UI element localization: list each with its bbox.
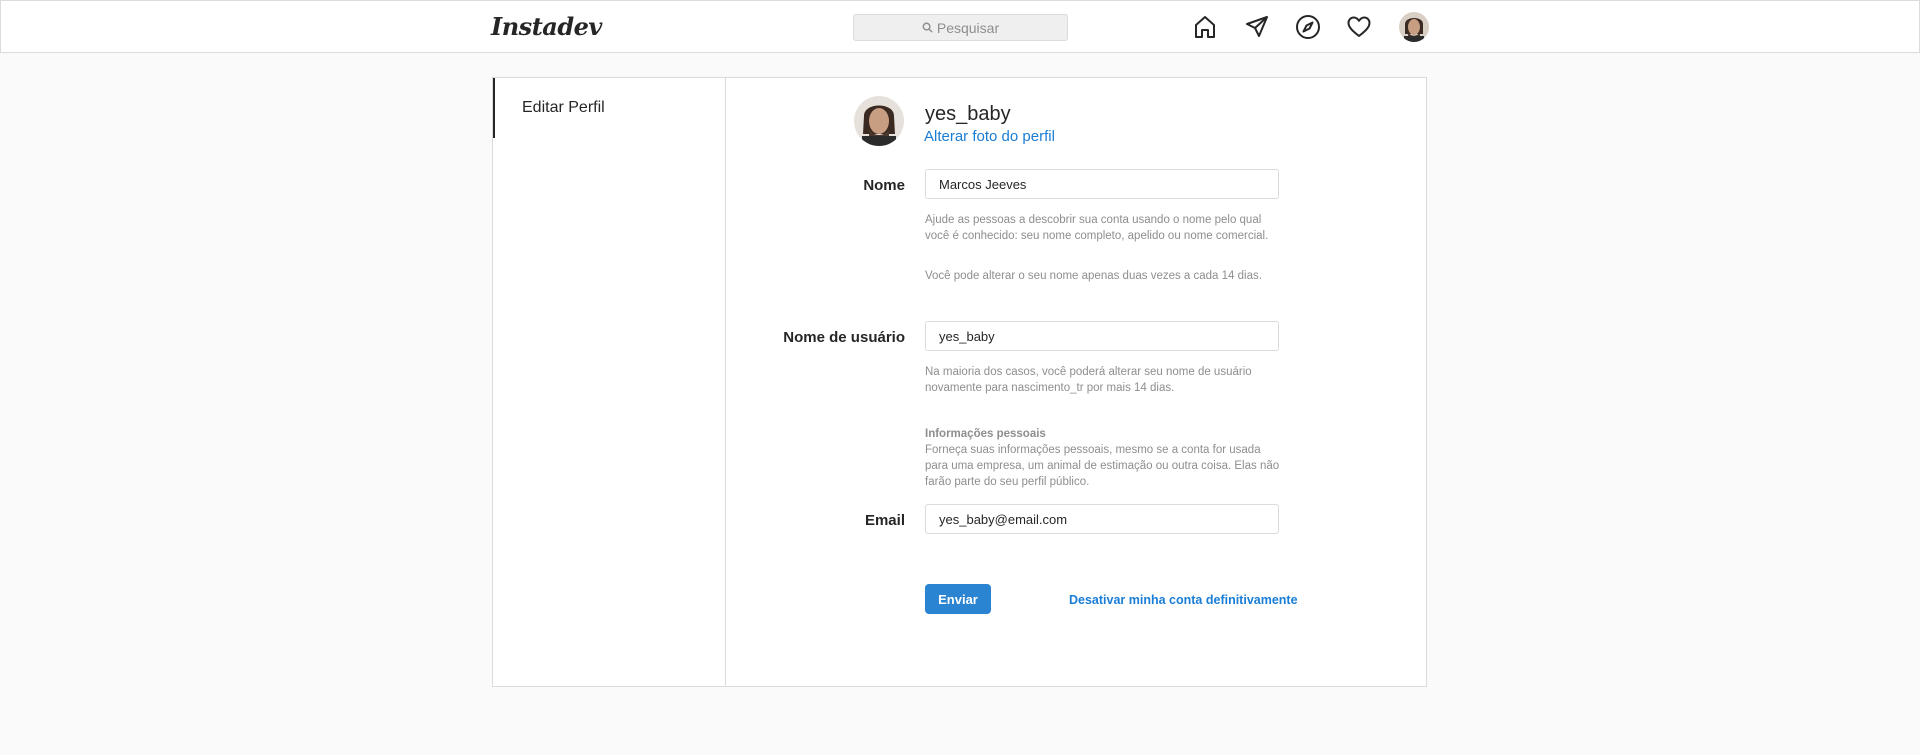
submit-button[interactable]: Enviar — [925, 584, 991, 614]
search-icon — [922, 20, 933, 36]
profile-avatar — [854, 96, 904, 146]
settings-sidebar: Editar Perfil — [493, 78, 726, 686]
sidebar-item-label: Editar Perfil — [522, 99, 605, 116]
deactivate-account-link[interactable]: Desativar minha conta definitivamente — [1069, 593, 1298, 607]
avatar[interactable] — [1399, 12, 1429, 42]
personal-info-text: Forneça suas informações pessoais, mesmo… — [925, 444, 1280, 488]
email-field[interactable]: yes_baby@email.com — [925, 504, 1279, 534]
email-value: yes_baby@email.com — [939, 511, 1068, 527]
send-icon[interactable] — [1244, 14, 1270, 40]
app-logo[interactable]: Instadev — [491, 12, 602, 41]
personal-info-title: Informações pessoais — [925, 428, 1046, 440]
heart-icon[interactable] — [1346, 14, 1372, 40]
top-navbar: Instadev Pesquisar — [0, 0, 1920, 53]
username-label: Nome de usuário — [783, 329, 905, 346]
username-value: yes_baby — [939, 328, 995, 344]
name-value: Marcos Jeeves — [939, 176, 1027, 192]
email-label: Email — [864, 512, 905, 529]
name-field[interactable]: Marcos Jeeves — [925, 169, 1279, 199]
home-icon[interactable] — [1192, 14, 1218, 40]
explore-icon[interactable] — [1295, 14, 1321, 40]
profile-username: yes_baby — [925, 103, 1011, 125]
name-change-limit-help: Você pode alterar o seu nome apenas duas… — [925, 270, 1262, 282]
sidebar-item-edit-profile[interactable]: Editar Perfil — [493, 78, 725, 138]
name-label: Nome — [863, 177, 905, 194]
name-help: Ajude as pessoas a descobrir sua conta u… — [925, 214, 1269, 242]
change-photo-link[interactable]: Alterar foto do perfil — [924, 128, 1055, 145]
search-placeholder: Pesquisar — [936, 19, 1000, 36]
username-help: Na maioria dos casos, você poderá altera… — [925, 366, 1252, 394]
search-box[interactable]: Pesquisar — [853, 14, 1068, 41]
username-field[interactable]: yes_baby — [925, 321, 1279, 351]
